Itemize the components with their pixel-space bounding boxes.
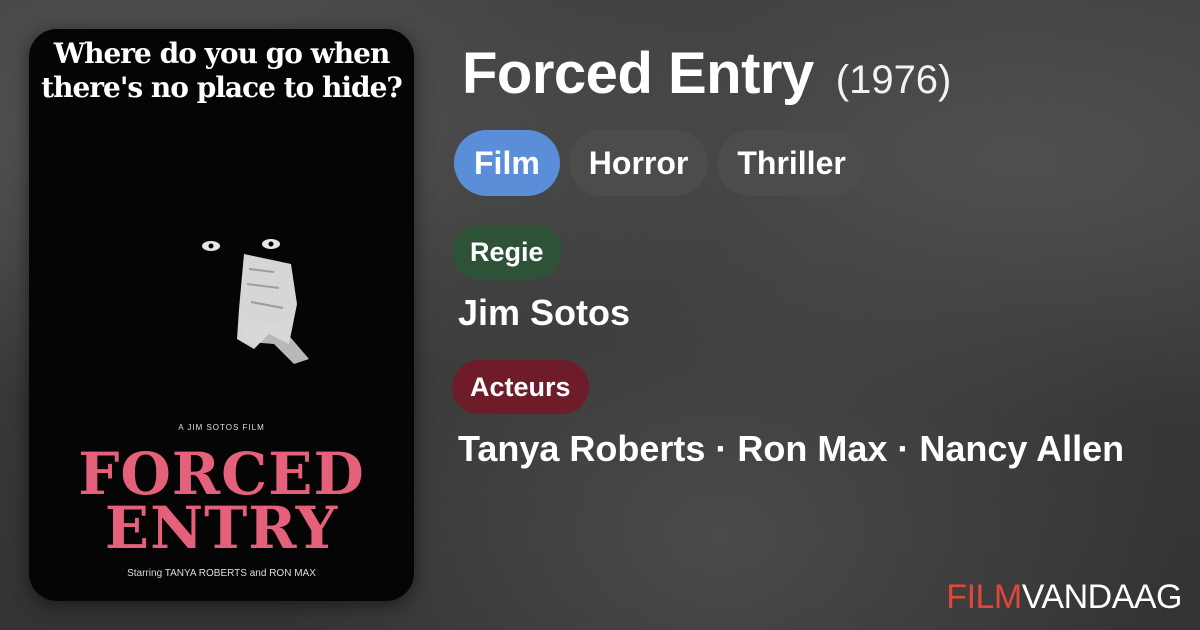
movie-poster: Where do you go when there's no place to… (29, 29, 414, 601)
brand-logo: FILMVANDAAG (946, 578, 1182, 617)
poster-tagline-line1: Where do you go when (53, 37, 391, 70)
brand-film: FILM (946, 578, 1022, 616)
cast-names: Tanya Roberts · Ron Max · Nancy Allen (458, 428, 1125, 469)
title-row: Forced Entry (1976) (462, 40, 951, 107)
genre-pill-film[interactable]: Film (454, 130, 560, 196)
poster-presenter: A JIM SOTOS FILM (178, 423, 265, 432)
movie-year: (1976) (835, 58, 952, 102)
movie-title: Forced Entry (462, 41, 814, 106)
genre-list: Film Horror Thriller (454, 130, 866, 196)
regie-badge: Regie (452, 225, 562, 279)
poster-tagline-line2: there's no place to hide? (41, 71, 403, 104)
genre-pill-thriller[interactable]: Thriller (717, 130, 866, 196)
poster-title: FORCED ENTRY (29, 440, 414, 562)
poster-tagline: Where do you go when there's no place to… (29, 37, 414, 105)
director-name: Jim Sotos (458, 292, 631, 333)
poster-starring: Starring TANYA ROBERTS and RON MAX (127, 568, 316, 579)
poster-face-illustration (202, 239, 309, 364)
poster-credits: Starring TANYA ROBERTS and RON MAX (53, 569, 390, 579)
brand-vandaag: VANDAAG (1021, 578, 1183, 616)
poster-title-line1: FORCED (78, 440, 365, 508)
genre-pill-horror[interactable]: Horror (568, 130, 709, 196)
poster-title-line2: ENTRY (104, 494, 339, 562)
acteurs-badge: Acteurs (452, 360, 589, 414)
